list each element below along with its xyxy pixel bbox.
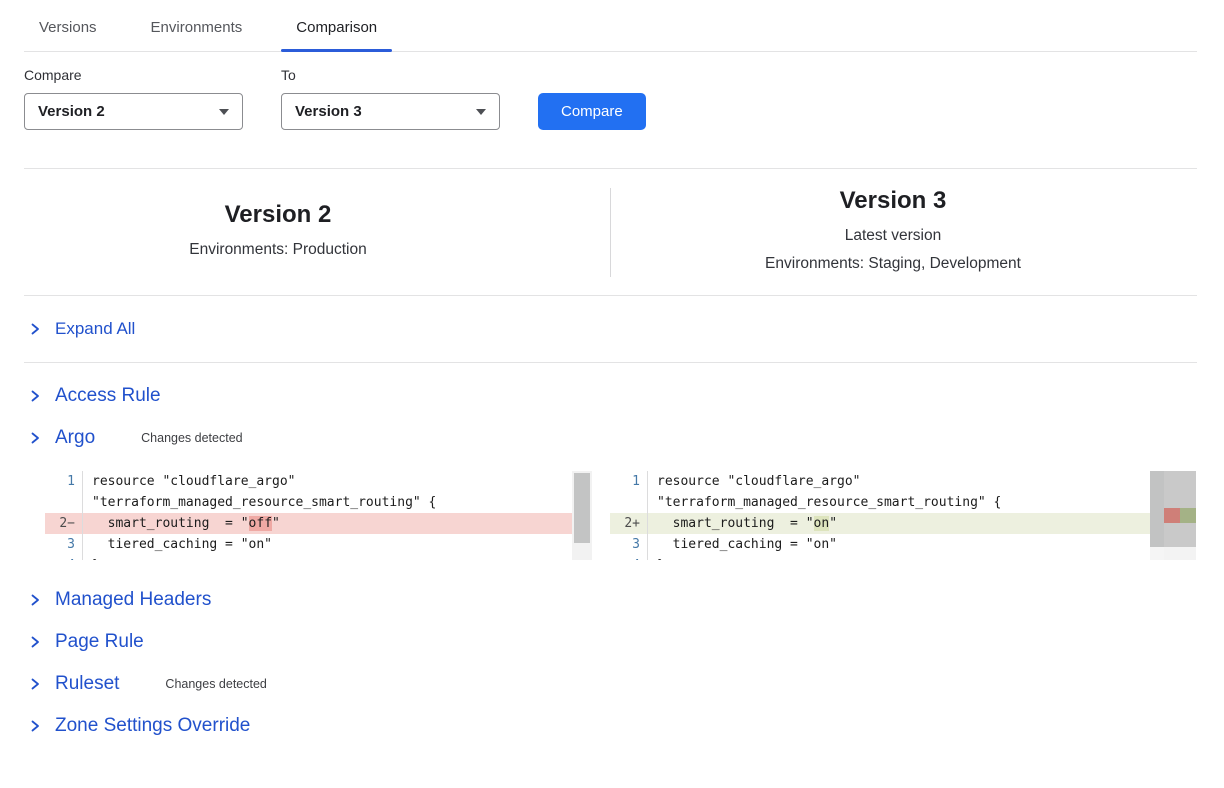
diff-line: "terraform_managed_resource_smart_routin… (610, 492, 1150, 513)
expand-all-label: Expand All (55, 319, 135, 339)
code-text: } (647, 555, 1150, 560)
divider (24, 362, 1197, 363)
code-text: "terraform_managed_resource_smart_routin… (647, 492, 1150, 513)
chevron-down-icon (476, 109, 486, 115)
minimap-added-marker (1180, 508, 1196, 523)
section-row-argo[interactable]: Argo Changes detected (0, 417, 1224, 459)
version-header-row: Version 2 Environments: Production Versi… (0, 169, 1224, 295)
line-number: 3 (45, 534, 82, 555)
line-number: 4 (610, 555, 647, 560)
diff-editor-right: 1resource "cloudflare_argo""terraform_ma… (610, 471, 1196, 560)
diff-editor-left: 1resource "cloudflare_argo""terraform_ma… (45, 471, 592, 560)
to-version-select[interactable]: Version 3 (281, 93, 500, 130)
code-text: tiered_caching = "on" (82, 534, 572, 555)
scrollbar-thumb[interactable] (1150, 471, 1164, 547)
compare-field: Compare Version 2 (24, 67, 243, 130)
changes-detected-badge: Changes detected (141, 431, 242, 445)
compare-button[interactable]: Compare (538, 93, 646, 130)
version-right-title: Version 3 (610, 187, 1176, 215)
section-row-page-rule[interactable]: Page Rule (0, 621, 1224, 663)
tab-bar: Versions Environments Comparison (24, 0, 1197, 52)
section-row-ruleset[interactable]: Ruleset Changes detected (0, 663, 1224, 705)
diff-line: 2− smart_routing = "off" (45, 513, 572, 534)
compare-version-select[interactable]: Version 2 (24, 93, 243, 130)
section-title: Argo (55, 427, 95, 449)
version-right-environments: Environments: Staging, Development (610, 250, 1176, 278)
diff-line: 4} (45, 555, 572, 560)
code-text: "terraform_managed_resource_smart_routin… (82, 492, 572, 513)
chevron-right-icon (28, 593, 42, 607)
minimap[interactable] (1164, 471, 1196, 560)
line-number: 4 (45, 555, 82, 560)
version-left-environments: Environments: Production (0, 236, 556, 264)
section-title: Managed Headers (55, 589, 211, 611)
vertical-scrollbar[interactable] (1150, 471, 1164, 560)
section-title: Page Rule (55, 631, 144, 653)
version-right-column: Version 3 Latest version Environments: S… (610, 187, 1196, 278)
column-divider (610, 188, 611, 277)
line-number: 2+ (610, 513, 647, 534)
vertical-scrollbar[interactable] (572, 471, 592, 560)
resource-sections: Access RuleArgoChanges detected1resource… (0, 375, 1224, 747)
code-text: resource "cloudflare_argo" (647, 471, 1150, 492)
changed-token: on (814, 516, 830, 531)
diff-line: 1resource "cloudflare_argo" (45, 471, 572, 492)
scrollbar-thumb[interactable] (574, 473, 590, 543)
compare-label: Compare (24, 67, 243, 83)
minimap-body (1164, 471, 1196, 547)
version-right-latest: Latest version (610, 222, 1176, 250)
diff-panel: 1resource "cloudflare_argo""terraform_ma… (45, 471, 1224, 560)
tab-comparison[interactable]: Comparison (281, 19, 392, 51)
line-number: 1 (610, 471, 647, 492)
chevron-right-icon (28, 677, 42, 691)
diff-line: 4} (610, 555, 1150, 560)
version-left-title: Version 2 (0, 201, 556, 229)
to-version-value: Version 3 (295, 103, 362, 120)
line-number: 2− (45, 513, 82, 534)
code-text: tiered_caching = "on" (647, 534, 1150, 555)
changes-detected-badge: Changes detected (165, 677, 266, 691)
section-title: Ruleset (55, 673, 119, 695)
to-label: To (281, 67, 500, 83)
line-number (610, 492, 647, 513)
code-text: smart_routing = "on" (647, 513, 1150, 534)
code-text: } (82, 555, 572, 560)
section-title: Access Rule (55, 385, 161, 407)
diff-code-area: 1resource "cloudflare_argo""terraform_ma… (45, 471, 572, 560)
diff-line: 1resource "cloudflare_argo" (610, 471, 1150, 492)
line-number: 3 (610, 534, 647, 555)
chevron-right-icon (28, 719, 42, 733)
compare-form: Compare Version 2 To Version 3 Compare (24, 67, 1224, 130)
line-number: 1 (45, 471, 82, 492)
to-field: To Version 3 (281, 67, 500, 130)
tab-versions[interactable]: Versions (24, 19, 112, 51)
section-row-managed-headers[interactable]: Managed Headers (0, 579, 1224, 621)
diff-code-area: 1resource "cloudflare_argo""terraform_ma… (610, 471, 1150, 560)
chevron-right-icon (28, 389, 42, 403)
code-text: resource "cloudflare_argo" (82, 471, 572, 492)
diff-line: "terraform_managed_resource_smart_routin… (45, 492, 572, 513)
minimap-deleted-marker (1164, 508, 1180, 523)
changed-token: off (249, 516, 272, 531)
expand-all-button[interactable]: Expand All (0, 296, 1224, 362)
chevron-right-icon (28, 635, 42, 649)
compare-version-value: Version 2 (38, 103, 105, 120)
section-row-zone-settings-override[interactable]: Zone Settings Override (0, 705, 1224, 747)
version-left-column: Version 2 Environments: Production (0, 201, 610, 264)
tab-environments[interactable]: Environments (136, 19, 258, 51)
line-number (45, 492, 82, 513)
chevron-right-icon (28, 431, 42, 445)
diff-line: 2+ smart_routing = "on" (610, 513, 1150, 534)
diff-line: 3 tiered_caching = "on" (610, 534, 1150, 555)
chevron-right-icon (28, 322, 42, 336)
code-text: smart_routing = "off" (82, 513, 572, 534)
chevron-down-icon (219, 109, 229, 115)
section-row-access-rule[interactable]: Access Rule (0, 375, 1224, 417)
section-title: Zone Settings Override (55, 715, 250, 737)
diff-line: 3 tiered_caching = "on" (45, 534, 572, 555)
